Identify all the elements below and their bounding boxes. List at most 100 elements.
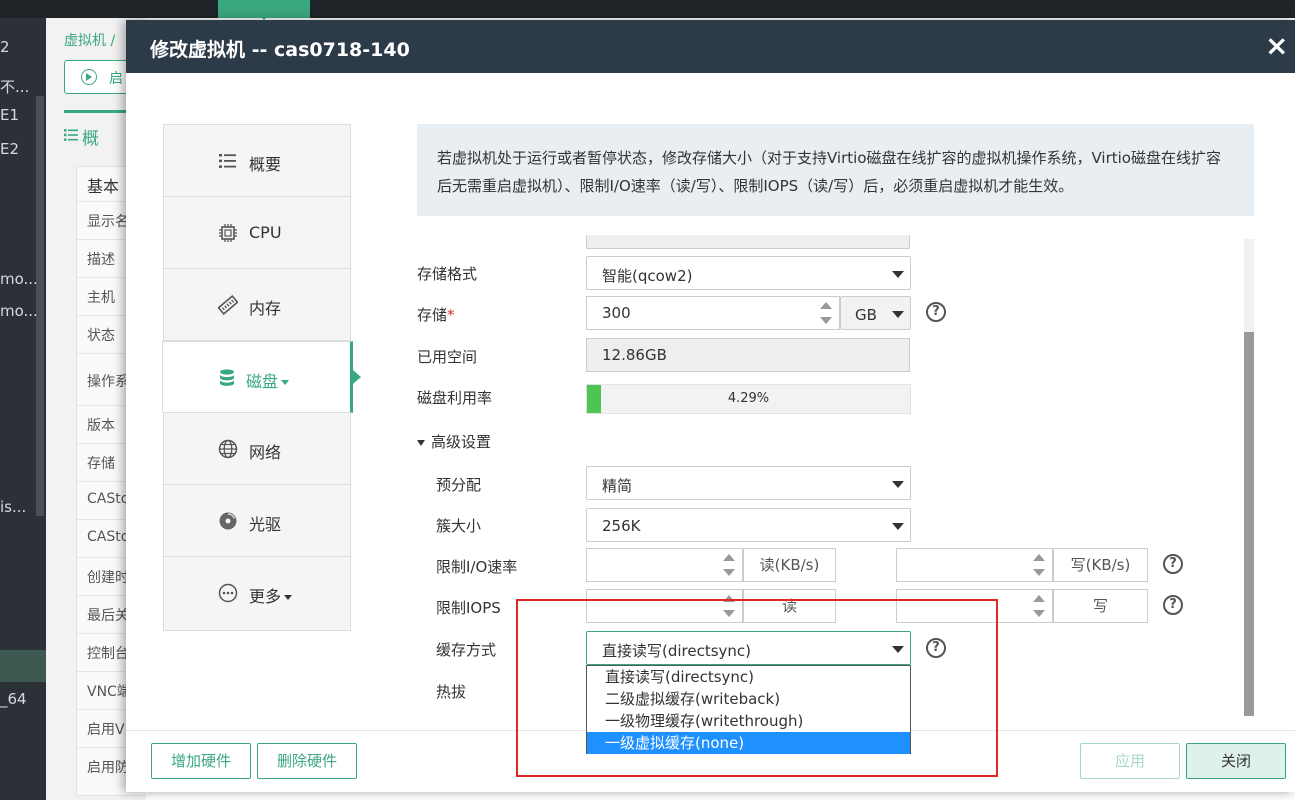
preallocation-label: 预分配 bbox=[436, 476, 482, 494]
top-nav-bar bbox=[0, 0, 1295, 20]
cache-option[interactable]: 直接读写(directsync) bbox=[587, 666, 910, 688]
menu-item-network[interactable]: 网络 bbox=[164, 413, 350, 485]
nav-item[interactable]: mo... bbox=[0, 270, 38, 288]
spin-up-icon bbox=[1033, 554, 1045, 561]
number-spinner[interactable] bbox=[716, 590, 742, 622]
table-row: 操作系 bbox=[87, 374, 129, 390]
cache-option[interactable]: 一级物理缓存(writethrough) bbox=[587, 710, 910, 732]
disc-icon bbox=[219, 512, 237, 530]
help-icon[interactable]: ? bbox=[1163, 554, 1183, 574]
previous-field-partial bbox=[586, 235, 910, 249]
apply-button[interactable]: 应用 bbox=[1080, 743, 1180, 779]
menu-item-memory[interactable]: 内存 bbox=[164, 269, 350, 341]
table-row: 版本 bbox=[87, 418, 115, 434]
cluster-size-label: 簇大小 bbox=[436, 517, 482, 535]
io-write-input[interactable] bbox=[896, 548, 1053, 582]
breadcrumb[interactable]: 虚拟机 / bbox=[64, 30, 115, 50]
menu-item-label: 网络 bbox=[249, 443, 282, 462]
nav-item[interactable]: mo... bbox=[0, 302, 38, 320]
nav-item-selected[interactable] bbox=[0, 650, 46, 682]
help-icon[interactable]: ? bbox=[1163, 595, 1183, 615]
preallocation-select[interactable]: 精简 bbox=[586, 466, 911, 500]
nav-item[interactable]: 2 bbox=[0, 38, 10, 56]
io-write-unit: 写(KB/s) bbox=[1053, 548, 1148, 582]
table-row: 控制台 bbox=[87, 646, 129, 662]
list-icon bbox=[219, 154, 236, 168]
table-row: 主机 bbox=[87, 290, 115, 306]
caret-down-icon bbox=[284, 595, 293, 600]
section-title: 概 bbox=[82, 129, 99, 149]
nav-item[interactable]: 不... bbox=[0, 76, 29, 97]
add-hardware-button[interactable]: 增加硬件 bbox=[151, 743, 251, 779]
nav-item[interactable]: is... bbox=[0, 498, 26, 516]
spin-up-icon bbox=[820, 302, 832, 309]
table-row: 显示名 bbox=[87, 214, 129, 230]
number-spinner[interactable] bbox=[716, 549, 742, 581]
nav-item[interactable]: E1 bbox=[0, 106, 19, 124]
number-spinner[interactable] bbox=[813, 297, 839, 329]
storage-unit-select[interactable]: GB bbox=[840, 296, 911, 330]
advanced-settings-toggle[interactable]: 高级设置 bbox=[417, 431, 491, 452]
spin-down-icon bbox=[820, 317, 832, 324]
cache-mode-select[interactable]: 直接读写(directsync) bbox=[586, 631, 911, 665]
nav-item[interactable]: E2 bbox=[0, 140, 19, 158]
io-read-unit: 读(KB/s) bbox=[743, 548, 836, 582]
menu-item-more[interactable]: 更多 bbox=[164, 557, 350, 629]
number-spinner[interactable] bbox=[1026, 590, 1052, 622]
storage-format-label: 存储格式 bbox=[417, 265, 478, 283]
cluster-size-select[interactable]: 256K bbox=[586, 508, 911, 542]
menu-item-overview[interactable]: 概要 bbox=[164, 125, 350, 197]
remove-hardware-button[interactable]: 删除硬件 bbox=[257, 743, 357, 779]
table-row: 存储 bbox=[87, 456, 115, 472]
close-icon[interactable]: × bbox=[1265, 32, 1289, 60]
close-button[interactable]: 关闭 bbox=[1186, 743, 1286, 779]
cache-option[interactable]: 二级虚拟缓存(writeback) bbox=[587, 688, 910, 710]
menu-item-label: 光驱 bbox=[249, 515, 282, 534]
table-row: VNC端 bbox=[87, 684, 131, 700]
play-icon bbox=[81, 69, 97, 85]
table-row: 最后关 bbox=[87, 608, 129, 624]
help-icon[interactable]: ? bbox=[926, 302, 946, 322]
more-icon bbox=[218, 583, 238, 603]
menu-item-disk[interactable]: 磁盘 bbox=[162, 341, 361, 413]
table-row: 创建时 bbox=[87, 570, 129, 586]
storage-format-select[interactable]: 智能(qcow2) bbox=[586, 256, 911, 290]
io-rate-label: 限制I/O速率 bbox=[436, 558, 518, 576]
disk-usage-progress: 4.29% bbox=[586, 384, 911, 414]
iops-label: 限制IOPS bbox=[436, 599, 501, 617]
iops-read-input[interactable] bbox=[586, 589, 743, 623]
info-banner: 若虚拟机处于运行或者暂停状态，修改存储大小（对于支持Virtio磁盘在线扩容的虚… bbox=[417, 124, 1254, 216]
menu-item-label: 概要 bbox=[249, 155, 282, 174]
chevron-down-icon bbox=[892, 481, 904, 488]
disk-usage-label: 磁盘利用率 bbox=[417, 389, 493, 407]
spin-down-icon bbox=[723, 610, 735, 617]
cache-option-highlighted[interactable]: 一级虚拟缓存(none) bbox=[587, 732, 910, 754]
nav-item[interactable]: _64 bbox=[0, 690, 27, 708]
menu-item-label: 内存 bbox=[249, 299, 282, 318]
chevron-down-icon bbox=[892, 271, 904, 278]
cpu-icon bbox=[219, 224, 237, 242]
menu-item-cpu[interactable]: CPU bbox=[164, 197, 350, 269]
used-space-field: 12.86GB bbox=[586, 338, 910, 372]
iops-write-unit: 写 bbox=[1053, 589, 1148, 623]
spin-up-icon bbox=[723, 595, 735, 602]
used-space-label: 已用空间 bbox=[417, 348, 478, 366]
hardware-menu: 概要 CPU 内存 磁盘 网络 光驱 更多 bbox=[162, 124, 361, 631]
hotplug-label: 热拔 bbox=[436, 683, 467, 701]
cache-mode-options: 直接读写(directsync) 二级虚拟缓存(writeback) 一级物理缓… bbox=[586, 665, 911, 754]
storage-size-input[interactable]: 300 bbox=[586, 296, 840, 330]
left-navigation: 2 不... E1 E2 mo... mo... is... _64 bbox=[0, 18, 46, 800]
storage-label: 存储* bbox=[417, 306, 455, 324]
iops-write-input[interactable] bbox=[896, 589, 1053, 623]
list-icon bbox=[64, 129, 78, 141]
spin-down-icon bbox=[1033, 569, 1045, 576]
io-read-input[interactable] bbox=[586, 548, 743, 582]
help-icon[interactable]: ? bbox=[926, 638, 946, 658]
memory-icon bbox=[218, 295, 238, 315]
menu-item-cdrom[interactable]: 光驱 bbox=[164, 485, 350, 557]
spin-down-icon bbox=[1033, 610, 1045, 617]
table-row: CASto bbox=[87, 529, 130, 545]
dialog-header: 修改虚拟机 -- cas0718-140 × bbox=[126, 20, 1295, 73]
number-spinner[interactable] bbox=[1026, 549, 1052, 581]
form-scrollbar-thumb[interactable] bbox=[1244, 332, 1254, 716]
